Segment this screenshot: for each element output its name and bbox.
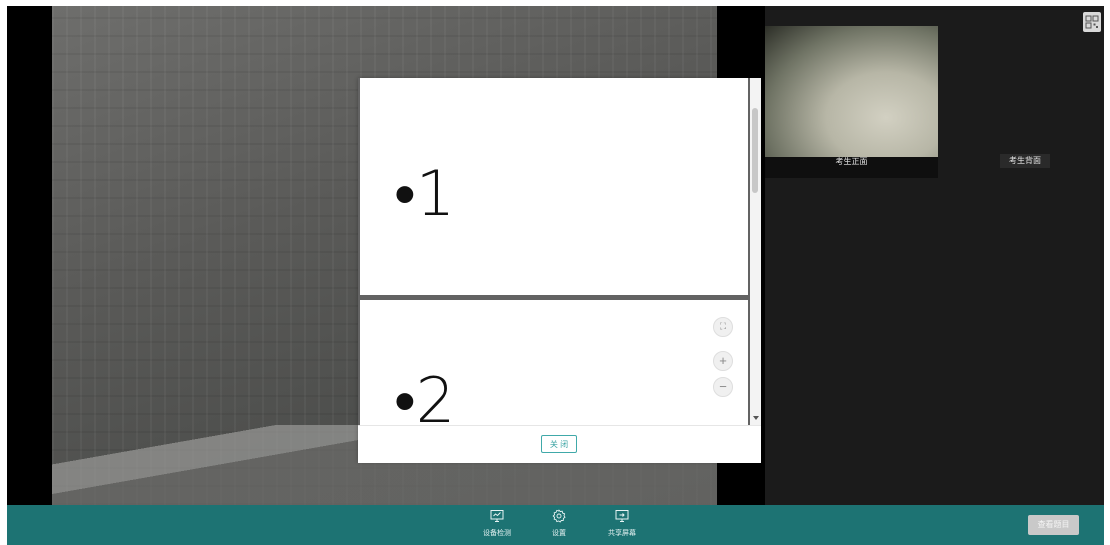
fit-page-icon: ⛶ — [719, 321, 727, 331]
share-screen-label: 共享屏幕 — [608, 530, 636, 537]
document-page-2: •2 — [360, 300, 748, 425]
viewer-scrollbar[interactable] — [750, 78, 761, 425]
share-screen-button[interactable]: 共享屏幕 — [602, 509, 642, 538]
qr-code-button[interactable] — [1083, 12, 1101, 32]
monitor-check-icon — [490, 510, 504, 522]
back-camera-label: 考生背面 — [1000, 154, 1050, 168]
zoom-in-button[interactable]: + — [713, 351, 733, 371]
document-page-1: •1 — [360, 78, 748, 295]
device-check-label: 设备检测 — [483, 530, 511, 537]
plus-icon: + — [719, 353, 727, 368]
scrollbar-thumb[interactable] — [752, 108, 758, 193]
view-exam-button[interactable]: 查看题目 — [1028, 515, 1079, 535]
fit-page-button[interactable]: ⛶ — [713, 317, 733, 337]
front-camera-label: 考生正面 — [835, 157, 868, 166]
qr-code-icon — [1085, 15, 1099, 29]
page-1-text: •1 — [394, 157, 456, 230]
gear-icon — [552, 509, 566, 523]
close-button[interactable]: 关 闭 — [541, 435, 577, 453]
minus-icon: − — [719, 379, 727, 394]
scroll-down-icon[interactable] — [753, 416, 759, 420]
device-check-button[interactable]: 设备检测 — [477, 509, 517, 538]
dialog-footer: 关 闭 — [358, 425, 761, 463]
settings-label: 设置 — [552, 530, 566, 537]
document-viewer[interactable]: •1 •2 ⛶ + − — [358, 78, 750, 425]
settings-button[interactable]: 设置 — [539, 509, 579, 538]
document-preview-dialog: •1 •2 ⛶ + − 关 闭 — [358, 78, 761, 463]
share-screen-icon — [615, 510, 629, 522]
zoom-out-button[interactable]: − — [713, 377, 733, 397]
front-camera-tile[interactable]: 考生正面 — [765, 26, 938, 178]
page-2-text: •2 — [394, 364, 456, 426]
bottom-toolbar: 设备检测 设置 共享屏幕 查看题目 — [7, 505, 1104, 545]
front-camera-feed — [765, 26, 938, 157]
